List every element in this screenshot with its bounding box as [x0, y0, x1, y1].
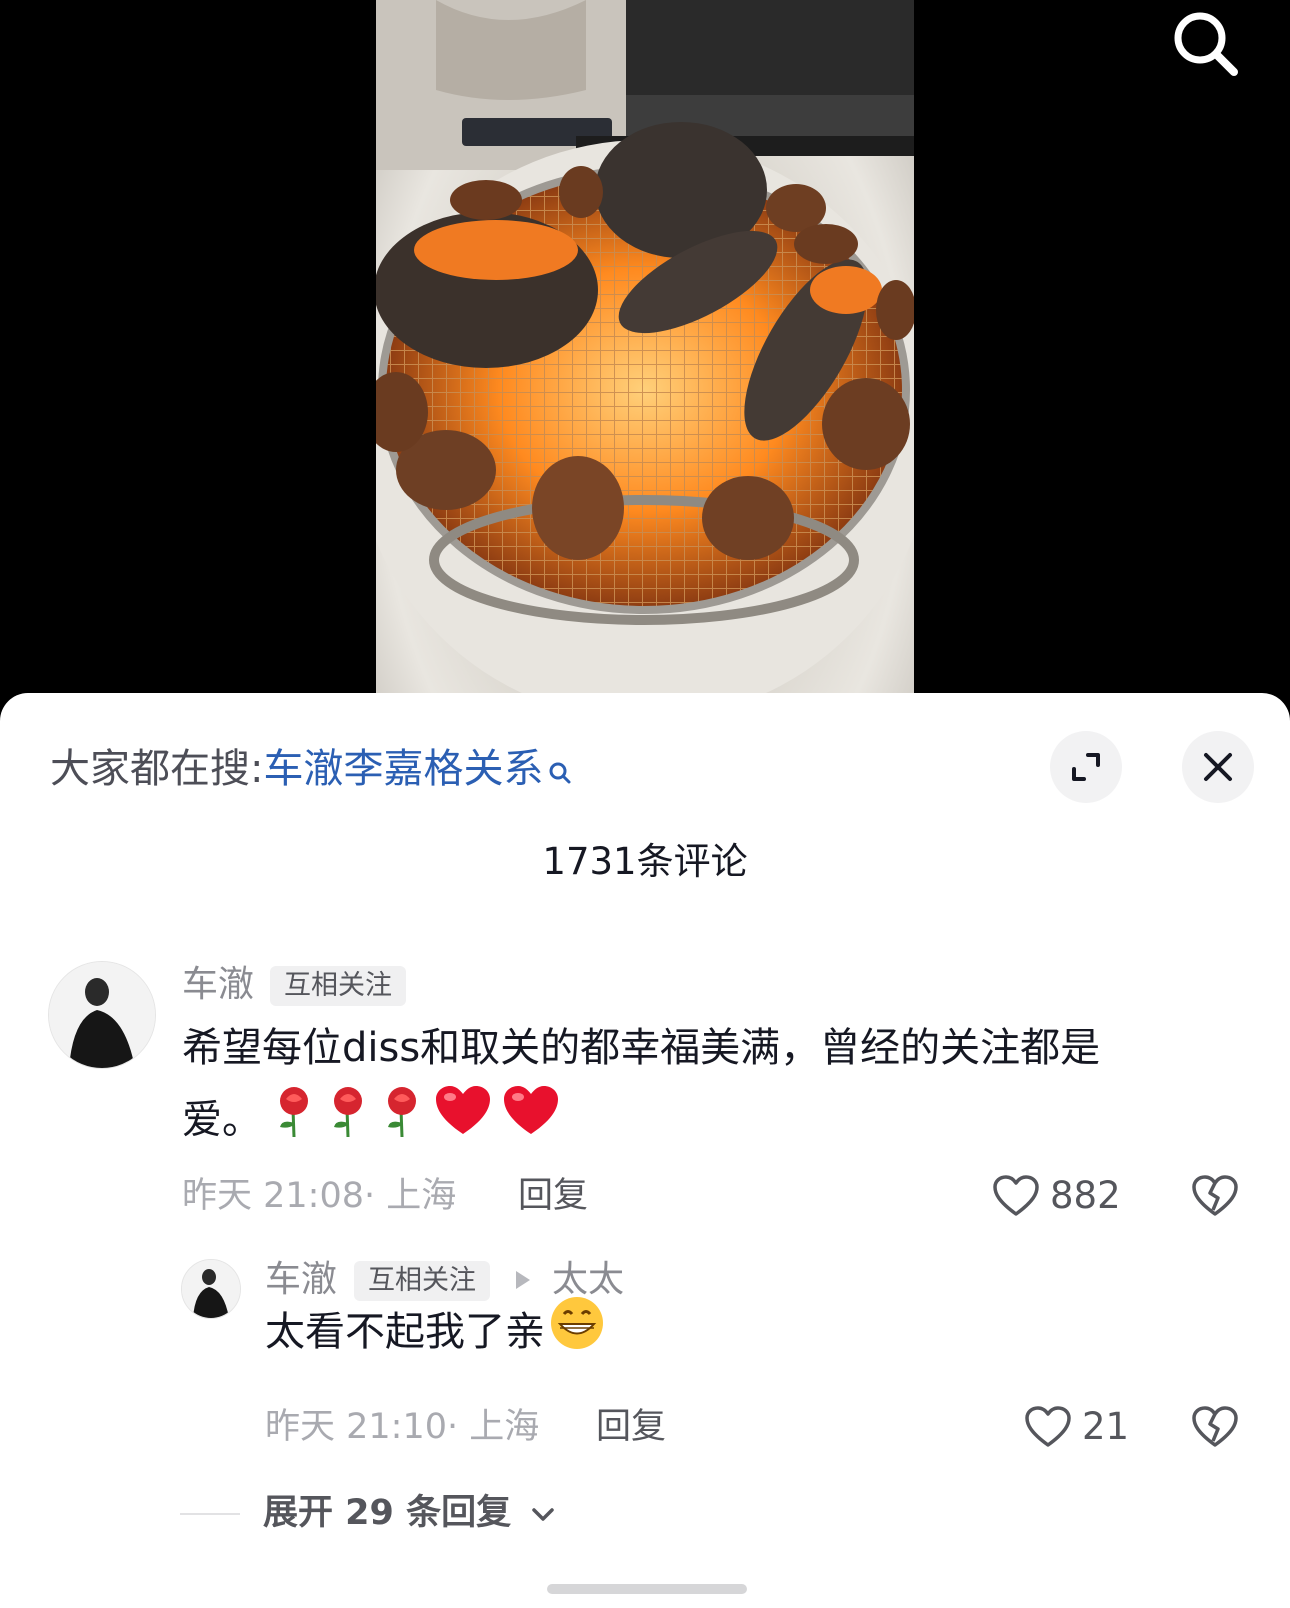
comment-text-line2-wrap: 爱。: [182, 1083, 560, 1161]
close-button[interactable]: [1182, 731, 1254, 803]
expand-replies-button[interactable]: 展开 29 条回复: [263, 1490, 557, 1536]
expand-divider: [180, 1513, 240, 1515]
like-button[interactable]: 21: [1024, 1404, 1129, 1450]
video-player[interactable]: [0, 0, 1290, 700]
small-search-icon[interactable]: [547, 745, 573, 801]
like-count: 882: [1050, 1174, 1121, 1217]
expand-replies-label: 展开 29 条回复: [263, 1493, 512, 1533]
comment-meta: 昨天 21:08· 上海: [182, 1173, 456, 1219]
like-count: 21: [1082, 1405, 1130, 1448]
rose-emoji: [272, 1083, 316, 1161]
reply-location: · 上海: [447, 1407, 540, 1447]
video-frame: [376, 0, 914, 700]
dislike-button[interactable]: [1191, 1405, 1239, 1453]
trending-search-prefix: 大家都在搜:: [50, 746, 264, 792]
search-icon: [1174, 12, 1238, 76]
reply-text-wrap: 太看不起我了亲: [265, 1295, 605, 1373]
comment-count: 1731条评论: [542, 840, 748, 883]
reply-button[interactable]: 回复: [596, 1404, 666, 1450]
chevron-down-icon: [532, 1508, 555, 1521]
rose-emoji: [380, 1083, 424, 1161]
comment-sheet: 大家都在搜:车澈李嘉格关系 1731条评论 车澈 互相关注 希望每位diss和取…: [0, 693, 1290, 1608]
reply-text: 太看不起我了亲: [265, 1309, 545, 1355]
avatar[interactable]: [48, 961, 156, 1069]
search-button[interactable]: [1168, 6, 1244, 82]
avatar[interactable]: [181, 1259, 241, 1319]
mutual-follow-tag: 互相关注: [270, 966, 406, 1006]
video-still-image: [376, 0, 914, 700]
dislike-button[interactable]: [1191, 1174, 1239, 1222]
expand-button[interactable]: [1050, 731, 1122, 803]
grin-emoji: [549, 1295, 605, 1373]
comment-username[interactable]: 车澈: [182, 962, 254, 1008]
reply-meta: 昨天 21:10· 上海: [265, 1404, 539, 1450]
trending-search-link[interactable]: 车澈李嘉格关系: [263, 746, 543, 792]
comment-location: · 上海: [364, 1176, 457, 1216]
expand-icon: [1072, 753, 1100, 781]
heart-emoji: [434, 1084, 492, 1160]
broken-heart-icon: [1192, 1175, 1238, 1216]
trending-search-hint: 大家都在搜:车澈李嘉格关系: [50, 741, 573, 801]
heart-outline-icon: [993, 1175, 1039, 1216]
heart-emoji: [502, 1084, 560, 1160]
home-indicator: [547, 1584, 747, 1594]
broken-heart-icon: [1192, 1406, 1238, 1447]
comment-text-line1: 希望每位diss和取关的都幸福美满，曾经的关注都是: [182, 1025, 1101, 1071]
comment-text-line2: 爱。: [182, 1097, 262, 1143]
comment-time: 昨天 21:08: [182, 1176, 364, 1216]
reply-to-arrow-icon: [516, 1271, 530, 1289]
close-icon: [1204, 753, 1232, 781]
heart-outline-icon: [1025, 1406, 1071, 1447]
reply-time: 昨天 21:10: [265, 1407, 447, 1447]
like-button[interactable]: 882: [992, 1173, 1121, 1219]
rose-emoji: [326, 1083, 370, 1161]
reply-button[interactable]: 回复: [518, 1173, 588, 1219]
